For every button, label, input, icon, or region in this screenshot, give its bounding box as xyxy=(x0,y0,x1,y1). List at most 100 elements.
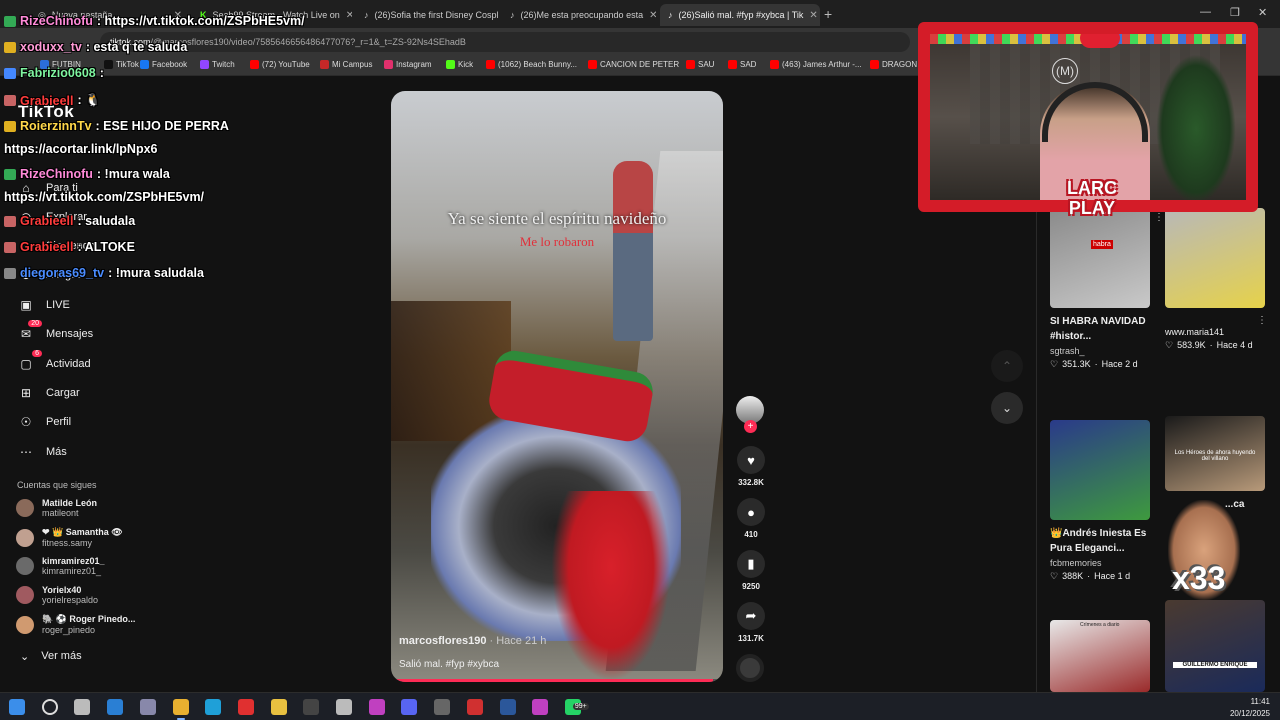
following-account[interactable]: Matilde León matileont xyxy=(16,498,97,518)
share-button[interactable]: ➦ 131.7K xyxy=(736,602,766,643)
tab-tiktok-active[interactable]: ♪ (26)Salió mal. #fyp #xybca | Tik ✕ xyxy=(660,4,820,26)
video-progress-bar[interactable] xyxy=(391,679,723,682)
bookmark-item[interactable]: (72) YouTube xyxy=(250,60,310,69)
more-options-icon[interactable]: ⋮ xyxy=(1154,212,1164,223)
video-author[interactable]: sgtrash_ xyxy=(1050,346,1150,356)
task-view-icon[interactable] xyxy=(74,699,91,715)
maximize-icon[interactable]: ❐ xyxy=(1230,6,1240,19)
related-video-card[interactable]: Crímenes a diario xyxy=(1050,620,1150,692)
sidebar-item-actividad[interactable]: ▢ 6 Actividad xyxy=(18,350,91,372)
sidebar-item-perfil[interactable]: ☉ Perfil xyxy=(18,414,71,430)
video-thumbnail[interactable] xyxy=(1050,420,1150,520)
video-author[interactable]: www.maria141 xyxy=(1165,327,1265,337)
new-tab-button[interactable]: + xyxy=(824,6,832,22)
video-scene-santa xyxy=(551,491,671,681)
chat-username: diegoras69_tv xyxy=(20,266,105,280)
bookmark-item[interactable]: Twitch xyxy=(200,60,235,69)
windows-start-icon[interactable] xyxy=(9,699,25,715)
account-name: ❤ 👑 Samantha 👁 xyxy=(42,527,123,537)
bookmark-item[interactable]: TikTok xyxy=(104,60,139,69)
file-explorer-icon[interactable] xyxy=(270,699,287,715)
video-thumbnail[interactable]: Crímenes a diario xyxy=(1050,620,1150,692)
related-video-card[interactable]: 👑Andrés Iniesta Es Pura Eleganci... fcbm… xyxy=(1050,420,1150,582)
related-video-card[interactable]: Los Héroes de ahora huyendo del villano … xyxy=(1165,416,1265,512)
bookmark-item[interactable]: CANCION DE PETER xyxy=(588,60,679,69)
system-clock[interactable]: 11:41 20/12/2025 xyxy=(1230,696,1270,720)
edge-icon[interactable] xyxy=(205,699,222,715)
bookmark-favicon-icon xyxy=(320,60,329,69)
sidebar-item-live[interactable]: ▣ LIVE xyxy=(18,297,70,313)
related-video-card[interactable]: www.maria141 ♡ 583.9K · Hace 4 d ⋮ xyxy=(1165,208,1267,351)
close-tab-icon[interactable]: ✕ xyxy=(346,10,352,21)
app-icon[interactable] xyxy=(303,699,320,715)
whatsapp-icon[interactable]: 99+ xyxy=(564,699,589,715)
bookmark-favicon-icon xyxy=(200,60,209,69)
sidebar-item-mensajes[interactable]: ✉ 20 Mensajes xyxy=(18,320,93,342)
more-options-icon[interactable]: ⋮ xyxy=(1257,315,1267,326)
account-name: Matilde León xyxy=(42,498,98,508)
app-icon[interactable] xyxy=(532,699,549,715)
related-video-card[interactable]: habra SI HABRA NAVIDAD #histor... sgtras… xyxy=(1050,208,1164,370)
video-thumbnail[interactable]: habra xyxy=(1050,208,1150,308)
sidebar-item-cargar[interactable]: ⊞ Cargar xyxy=(18,385,80,401)
minimize-icon[interactable]: — xyxy=(1200,6,1211,18)
overlay-multiplier: x33 xyxy=(1172,560,1226,596)
following-account[interactable]: Yorielx40 yorielrespaldo xyxy=(16,585,98,605)
chat-badge-icon xyxy=(4,95,16,106)
video-thumbnail[interactable] xyxy=(1165,208,1265,308)
chat-username: xoduxx_tv xyxy=(20,40,82,54)
sidebar-item-más[interactable]: ⋯ Más xyxy=(18,444,67,460)
tab-tiktok-preocupando[interactable]: ♪ (26)Me esta preocupando esta ✕ xyxy=(502,4,656,26)
video-player[interactable]: Ya se siente el espíritu navideño Me lo … xyxy=(391,91,723,682)
bookmark-item[interactable]: Mi Campus xyxy=(320,60,372,69)
chrome-icon[interactable] xyxy=(172,699,189,720)
video-app-icon[interactable] xyxy=(237,699,254,715)
bookmark-item[interactable]: Facebook xyxy=(140,60,187,69)
chat-text: : 🐧 xyxy=(77,93,101,107)
app-icon[interactable] xyxy=(139,699,156,715)
comment-button[interactable]: ● 410 xyxy=(736,498,766,539)
bookmark-favicon-icon xyxy=(770,60,779,69)
word-icon[interactable] xyxy=(499,699,516,715)
close-window-icon[interactable]: ✕ xyxy=(1258,6,1267,19)
app-icon[interactable] xyxy=(336,699,352,715)
like-button[interactable]: ♥ 332.8K xyxy=(736,446,766,487)
bookmark-item[interactable]: (463) James Arthur -... xyxy=(770,60,862,69)
profile-icon: ☉ xyxy=(20,415,32,429)
following-account[interactable]: ❤ 👑 Samantha 👁 fitness.samy xyxy=(16,527,123,548)
discord-icon[interactable] xyxy=(401,699,418,715)
bookmark-item[interactable]: SAD xyxy=(728,60,756,69)
following-account[interactable]: kimramirez01_ kimramirez01_ xyxy=(16,556,105,576)
account-text: ❤ 👑 Samantha 👁 fitness.samy xyxy=(42,527,123,548)
app-icon[interactable] xyxy=(466,699,483,715)
close-tab-icon[interactable]: ✕ xyxy=(649,10,656,21)
account-name: Yorielx40 xyxy=(42,585,82,595)
related-video-card[interactable]: GUILLERMO ENRIQUE xyxy=(1165,600,1265,692)
video-author[interactable]: marcosflores190 · Hace 21 h xyxy=(399,635,546,647)
follow-plus-button[interactable]: + xyxy=(744,420,757,433)
tab-tiktok-sofia[interactable]: ♪ (26)Sofia the first Disney Cospl ✕ xyxy=(356,4,500,26)
bookmark-item[interactable]: (1062) Beach Bunny... xyxy=(486,60,577,69)
heart-icon: ♥ xyxy=(737,446,765,474)
video-thumbnail[interactable]: GUILLERMO ENRIQUE xyxy=(1165,600,1265,692)
app-icon[interactable] xyxy=(368,699,385,715)
previous-video-button[interactable]: ⌃ xyxy=(991,350,1023,382)
bookmark-item[interactable]: Instagram xyxy=(384,60,432,69)
save-button[interactable]: ▮ 9250 xyxy=(736,550,766,591)
see-more-button[interactable]: ⌄ Ver más xyxy=(20,650,82,663)
music-disc-icon[interactable] xyxy=(736,654,764,682)
bookmark-item[interactable]: SAU xyxy=(686,60,714,69)
following-account[interactable]: 🐘 ⚽ Roger Pinedo... roger_pinedo xyxy=(16,614,135,635)
next-video-button[interactable]: ⌄ xyxy=(991,392,1023,424)
video-author[interactable]: fcbmemories xyxy=(1050,558,1150,568)
search-icon[interactable] xyxy=(41,699,58,715)
video-overlay-text: Ya se siente el espíritu navideño xyxy=(447,209,667,228)
chat-username: RizeChinofu xyxy=(20,14,93,28)
bookmark-item[interactable]: Kick xyxy=(446,60,473,69)
avatar xyxy=(16,586,34,604)
close-tab-icon[interactable]: ✕ xyxy=(809,10,817,21)
store-icon[interactable] xyxy=(107,699,124,715)
address-bar[interactable]: tiktok.com/@marcosflores190/video/758564… xyxy=(100,32,910,52)
video-thumbnail[interactable]: Los Héroes de ahora huyendo del villano xyxy=(1165,416,1265,491)
calculator-icon[interactable] xyxy=(434,699,451,715)
